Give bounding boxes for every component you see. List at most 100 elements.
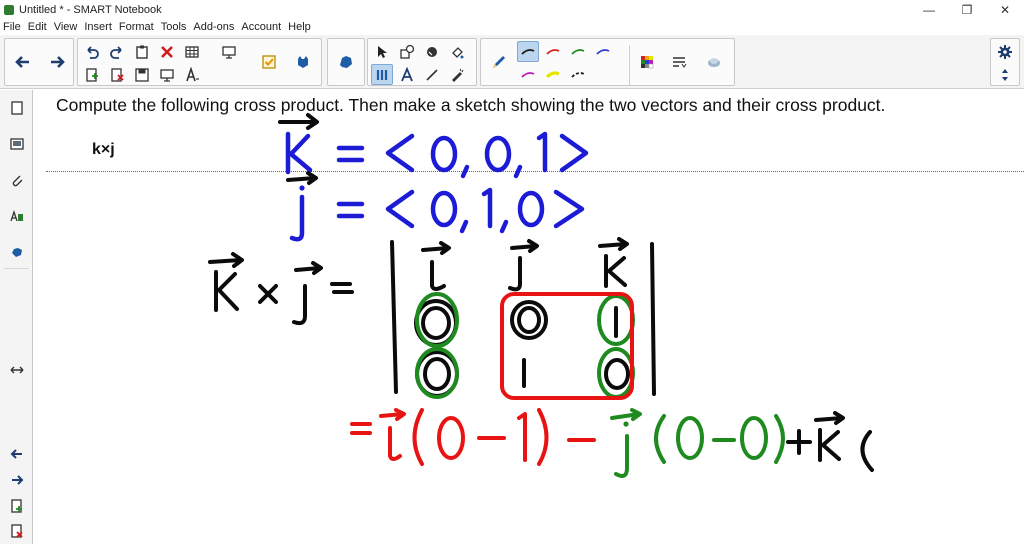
properties-icon bbox=[708, 57, 720, 67]
paste-button[interactable] bbox=[131, 41, 153, 62]
prev-page-icon bbox=[10, 448, 22, 459]
table-button[interactable] bbox=[181, 41, 203, 62]
resize-icon bbox=[10, 366, 23, 373]
maximize-button[interactable]: ❐ bbox=[948, 0, 986, 19]
delete-page-button[interactable] bbox=[5, 519, 28, 542]
attachments-icon bbox=[12, 175, 22, 186]
select-icon bbox=[378, 45, 387, 58]
menu-format[interactable]: Format bbox=[119, 21, 154, 33]
table-icon bbox=[185, 45, 199, 58]
eraser-button[interactable] bbox=[421, 41, 443, 62]
save-button[interactable] bbox=[131, 64, 153, 85]
properties-tab[interactable] bbox=[5, 204, 28, 227]
window-title: Untitled * - SMART Notebook bbox=[19, 3, 162, 16]
magic-pen-button[interactable] bbox=[446, 64, 468, 85]
back-button[interactable] bbox=[8, 40, 38, 84]
pen-swatch-blue-icon bbox=[596, 48, 610, 55]
menu-file[interactable]: File bbox=[3, 21, 21, 33]
close-button[interactable]: ✕ bbox=[986, 0, 1024, 19]
delete-page-button[interactable] bbox=[106, 64, 128, 85]
pen-swatch-magenta-icon bbox=[521, 71, 535, 78]
redo-button[interactable] bbox=[106, 41, 128, 62]
select-button[interactable] bbox=[371, 41, 393, 62]
addon-button[interactable] bbox=[292, 51, 314, 72]
add-page-button[interactable] bbox=[5, 494, 28, 517]
edit-group bbox=[77, 38, 322, 86]
pen-style-button[interactable] bbox=[484, 40, 514, 84]
presentation-icon bbox=[160, 68, 174, 82]
sidebar bbox=[0, 90, 33, 544]
undo-button[interactable] bbox=[81, 41, 103, 62]
ink-expansion-line bbox=[350, 408, 874, 478]
menu-tools[interactable]: Tools bbox=[161, 21, 187, 33]
pen-swatch-green-icon bbox=[571, 48, 585, 55]
settings-group bbox=[990, 38, 1020, 86]
pen-color-black-button[interactable] bbox=[517, 41, 539, 62]
back-icon bbox=[15, 56, 29, 68]
menu-addons[interactable]: Add-ons bbox=[193, 21, 234, 33]
line-style-button[interactable] bbox=[668, 51, 690, 72]
forward-button[interactable] bbox=[42, 40, 72, 84]
menu-edit[interactable]: Edit bbox=[28, 21, 47, 33]
ink-j-vector-definition bbox=[286, 171, 585, 242]
add-page-icon bbox=[10, 498, 22, 513]
ink-k-vector-definition bbox=[278, 113, 589, 179]
response-icon bbox=[262, 54, 276, 69]
magic-pen-icon bbox=[452, 68, 464, 82]
pen-color-magenta-button[interactable] bbox=[517, 64, 539, 85]
menu-help[interactable]: Help bbox=[288, 21, 311, 33]
text-icon bbox=[401, 66, 413, 81]
insert-page-button[interactable] bbox=[81, 64, 103, 85]
menu-insert[interactable]: Insert bbox=[84, 21, 112, 33]
pen-color-red-button[interactable] bbox=[542, 41, 564, 62]
shapes-button[interactable] bbox=[396, 41, 418, 62]
shape-recognition-group bbox=[327, 38, 365, 86]
pen-color-dashed-button[interactable] bbox=[567, 64, 589, 85]
delete-icon bbox=[161, 45, 173, 58]
color-palette-button[interactable] bbox=[636, 51, 658, 72]
resize-sidebar-handle[interactable] bbox=[5, 358, 28, 381]
attachments-tab[interactable] bbox=[5, 168, 28, 191]
pen-swatch-red-icon bbox=[546, 48, 560, 55]
page-sorter-icon bbox=[10, 100, 23, 115]
minimize-button[interactable]: — bbox=[910, 0, 948, 19]
gear-icon bbox=[998, 44, 1012, 59]
properties-button[interactable] bbox=[703, 51, 725, 72]
whiteboard-canvas[interactable]: Compute the following cross product. The… bbox=[34, 90, 1024, 544]
addons-icon bbox=[11, 247, 22, 257]
nav-group bbox=[4, 38, 74, 86]
page-sorter-tab[interactable] bbox=[5, 96, 28, 119]
pen-color-blue-button[interactable] bbox=[592, 41, 614, 62]
screen-icon bbox=[222, 45, 236, 59]
presentation-button[interactable] bbox=[156, 64, 178, 85]
screen-shade-button[interactable] bbox=[218, 41, 240, 62]
pen-style-group bbox=[480, 38, 735, 86]
pen-swatch-dashed-icon bbox=[571, 71, 585, 78]
response-button[interactable] bbox=[258, 51, 280, 72]
next-page-button[interactable] bbox=[5, 468, 28, 491]
delete-button[interactable] bbox=[156, 41, 178, 62]
pen-color-green-button[interactable] bbox=[567, 41, 589, 62]
text-format-button[interactable] bbox=[181, 64, 203, 85]
fill-button[interactable] bbox=[446, 41, 468, 62]
updown-icon bbox=[1002, 68, 1008, 81]
forward-icon bbox=[51, 56, 65, 68]
delete-page-icon bbox=[10, 523, 23, 538]
separator bbox=[629, 45, 630, 85]
toolbar-position-button[interactable] bbox=[994, 64, 1016, 85]
line-icon bbox=[426, 68, 438, 81]
ink-cross-product-expression bbox=[208, 237, 656, 398]
smart-notebook-window: Untitled * - SMART Notebook — ❐ ✕ File E… bbox=[0, 0, 1024, 544]
menu-view[interactable]: View bbox=[54, 21, 78, 33]
shape-recognition-button[interactable] bbox=[331, 40, 361, 84]
previous-page-button[interactable] bbox=[5, 442, 28, 465]
pen-button[interactable] bbox=[371, 64, 393, 85]
menu-bar: File Edit View Insert Format Tools Add-o… bbox=[0, 19, 1024, 35]
gallery-tab[interactable] bbox=[5, 132, 28, 155]
addons-tab[interactable] bbox=[5, 240, 28, 263]
pen-color-yellow-button[interactable] bbox=[542, 64, 564, 85]
settings-button[interactable] bbox=[994, 41, 1016, 62]
menu-account[interactable]: Account bbox=[241, 21, 281, 33]
line-button[interactable] bbox=[421, 64, 443, 85]
text-button[interactable] bbox=[396, 64, 418, 85]
